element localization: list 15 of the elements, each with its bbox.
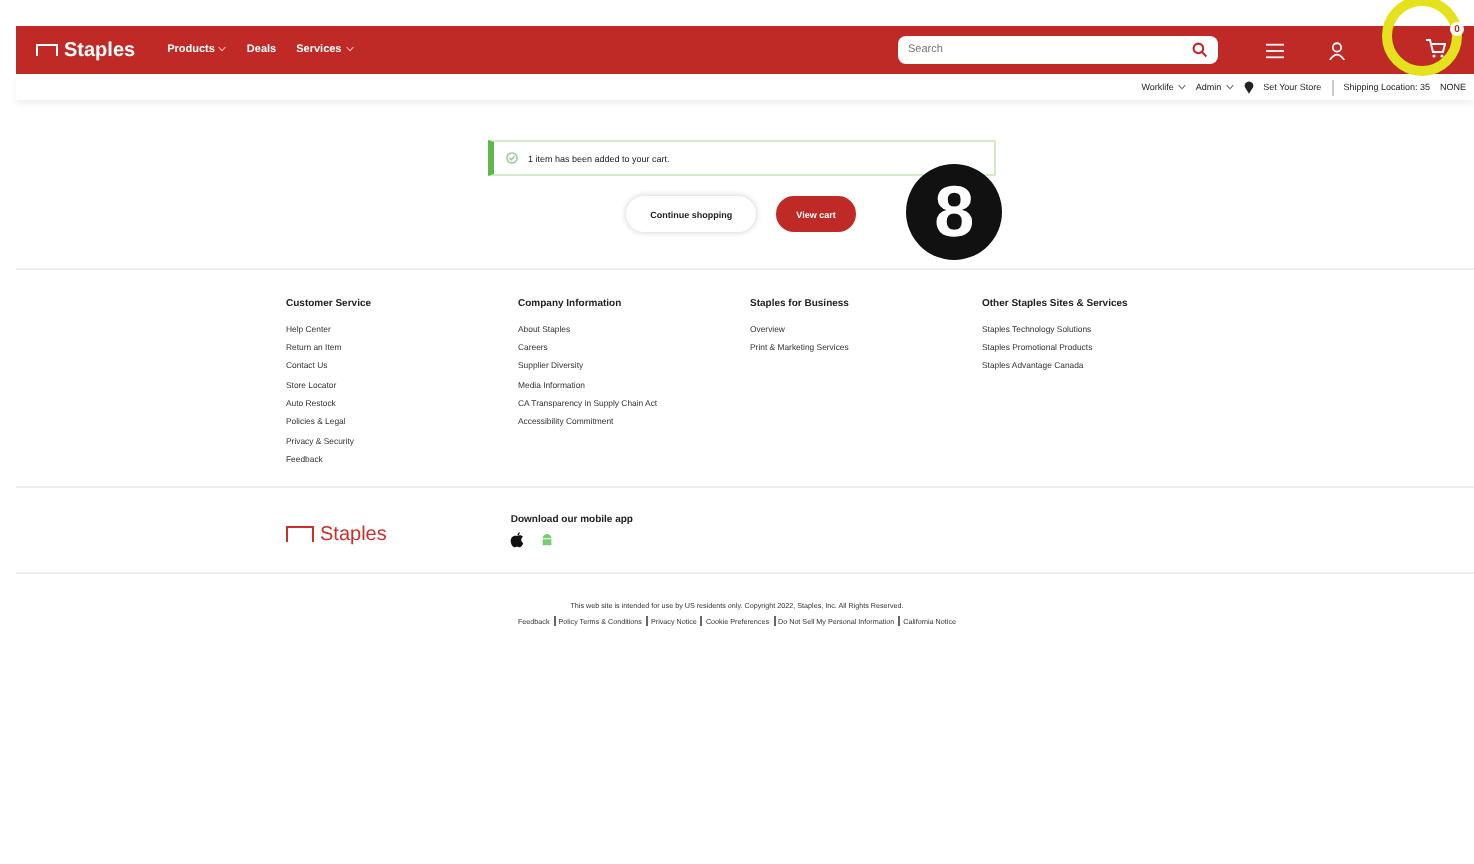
search-icon[interactable]: [1192, 42, 1208, 58]
list-icon[interactable]: [1266, 41, 1284, 59]
account-icon[interactable]: [1328, 41, 1346, 59]
check-icon: [506, 152, 518, 164]
caret-icon: [345, 46, 354, 53]
apple-icon[interactable]: [510, 532, 525, 548]
caret-icon: [218, 46, 227, 53]
cart-icon[interactable]: [1426, 38, 1446, 58]
staples-logo[interactable]: Staples: [286, 520, 387, 548]
caret-icon: [1225, 84, 1234, 91]
caret-icon: [1177, 84, 1186, 91]
staples-logo[interactable]: Staples: [36, 39, 136, 61]
step-number-badge: 8: [906, 164, 1003, 260]
location-pin-icon: [1243, 80, 1254, 94]
highlight-ring: [1382, 0, 1462, 76]
